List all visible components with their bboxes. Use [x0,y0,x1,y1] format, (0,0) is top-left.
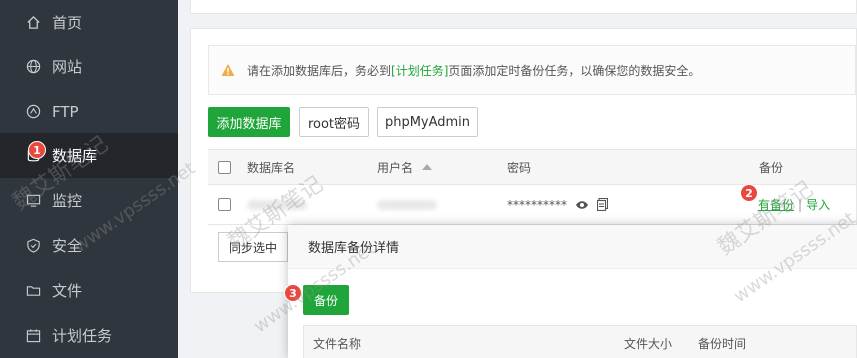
home-icon [25,15,41,31]
modal-title: 数据库备份详情 [288,225,857,269]
backup-detail-modal: 数据库备份详情 备份 文件名称 文件大小 备份时间 [288,225,857,358]
col-db-name[interactable]: 数据库名 [247,150,295,184]
sidebar-item-files[interactable]: 文件 [0,268,178,313]
copy-icon[interactable] [597,198,608,211]
ftp-icon [25,104,41,120]
folder-icon [25,283,41,299]
col-username[interactable]: 用户名 [377,150,433,184]
sidebar-item-label: 文件 [52,282,83,300]
row-checkbox[interactable] [218,198,231,211]
modal-table-header: 文件名称 文件大小 备份时间 [303,325,857,358]
sidebar-item-monitor[interactable]: 监控 [0,178,178,223]
backup-button[interactable]: 备份 [303,285,349,315]
cron-link[interactable]: [计划任务] [391,62,448,79]
sidebar: 首页 网站 FTP 数据库 监控 安全 文件 计划任务 [0,0,178,358]
add-database-button[interactable]: 添加数据库 [208,107,290,137]
step-badge-2: 2 [740,184,758,202]
top-card [190,0,857,14]
col-backup: 备份 [759,160,784,175]
table-header: 数据库名 用户名 密码 备份 [208,149,856,185]
sidebar-item-label: FTP [52,102,79,121]
col-filename: 文件名称 [313,336,362,351]
sidebar-item-label: 数据库 [52,147,98,165]
table-row: ********** 有备份 | 导入 [208,185,856,225]
sidebar-item-label: 网站 [52,58,83,76]
sidebar-item-label: 监控 [52,192,83,210]
alert-text-post: 页面添加定时备份任务，以确保您的数据安全。 [448,63,701,78]
col-filesize: 文件大小 [624,336,673,351]
sidebar-item-label: 首页 [52,14,83,32]
sidebar-item-security[interactable]: 安全 [0,223,178,268]
calendar-icon [25,328,41,344]
globe-icon [25,59,41,75]
password-value: ********** [507,197,567,212]
sidebar-item-ftp[interactable]: FTP [0,89,178,134]
eye-icon[interactable] [575,200,589,210]
username-redacted [377,199,437,210]
select-all-checkbox[interactable] [218,160,231,174]
step-badge-3: 3 [284,284,302,302]
sidebar-item-label: 计划任务 [52,327,113,345]
root-password-button[interactable]: root密码 [299,107,369,137]
sync-selected-button[interactable]: 同步选中 [218,232,288,262]
shield-icon [25,238,41,254]
sidebar-item-home[interactable]: 首页 [0,0,178,45]
sidebar-item-database[interactable]: 数据库 [0,133,178,178]
warning-alert: 请在添加数据库后，务必到 [计划任务] 页面添加定时备份任务，以确保您的数据安全… [208,45,856,95]
link-separator: | [798,197,803,212]
alert-text-pre: 请在添加数据库后，务必到 [247,63,392,78]
col-backup-time: 备份时间 [698,336,747,351]
import-link[interactable]: 导入 [806,196,830,213]
col-password: 密码 [507,160,532,175]
warning-icon [221,63,235,77]
monitor-icon [25,193,41,209]
sidebar-item-label: 安全 [52,237,83,255]
view-backup-link[interactable]: 有备份 [758,196,794,213]
step-badge-1: 1 [28,141,46,159]
phpmyadmin-button[interactable]: phpMyAdmin [377,107,478,137]
db-name-redacted [247,199,307,210]
col-username-label: 用户名 [377,160,414,175]
sort-up-icon [422,164,433,170]
sidebar-item-cron[interactable]: 计划任务 [0,313,178,358]
sidebar-item-website[interactable]: 网站 [0,44,178,89]
